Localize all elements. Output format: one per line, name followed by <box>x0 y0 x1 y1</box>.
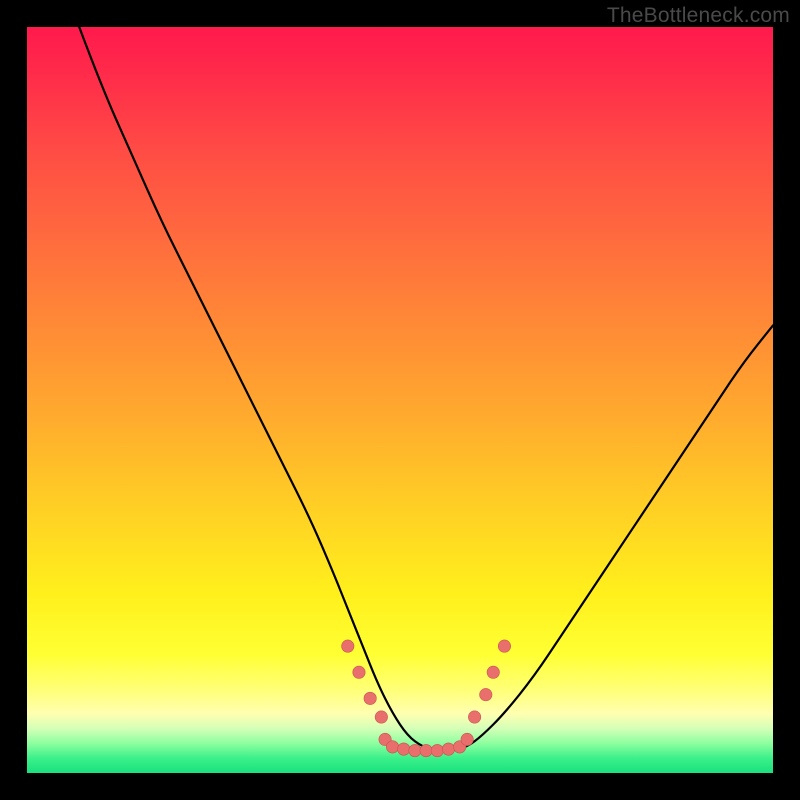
highlight-dot <box>442 743 454 755</box>
watermark-text: TheBottleneck.com <box>607 4 790 28</box>
plot-area <box>27 27 773 773</box>
highlight-dot <box>431 744 443 756</box>
highlight-dot <box>480 688 492 700</box>
bottleneck-curve <box>79 27 773 751</box>
highlight-dot <box>386 741 398 753</box>
highlight-dot <box>398 743 410 755</box>
chart-svg <box>27 27 773 773</box>
highlight-dot <box>498 640 510 652</box>
highlight-dot <box>342 640 354 652</box>
outer-frame: TheBottleneck.com <box>0 0 800 800</box>
curve-path-group <box>79 27 773 751</box>
highlight-dot <box>375 711 387 723</box>
highlight-dot <box>409 744 421 756</box>
highlight-dot <box>461 733 473 745</box>
highlight-dot <box>420 744 432 756</box>
highlight-dot <box>487 666 499 678</box>
highlight-dot <box>468 711 480 723</box>
highlight-dot <box>353 666 365 678</box>
highlight-dot <box>364 692 376 704</box>
